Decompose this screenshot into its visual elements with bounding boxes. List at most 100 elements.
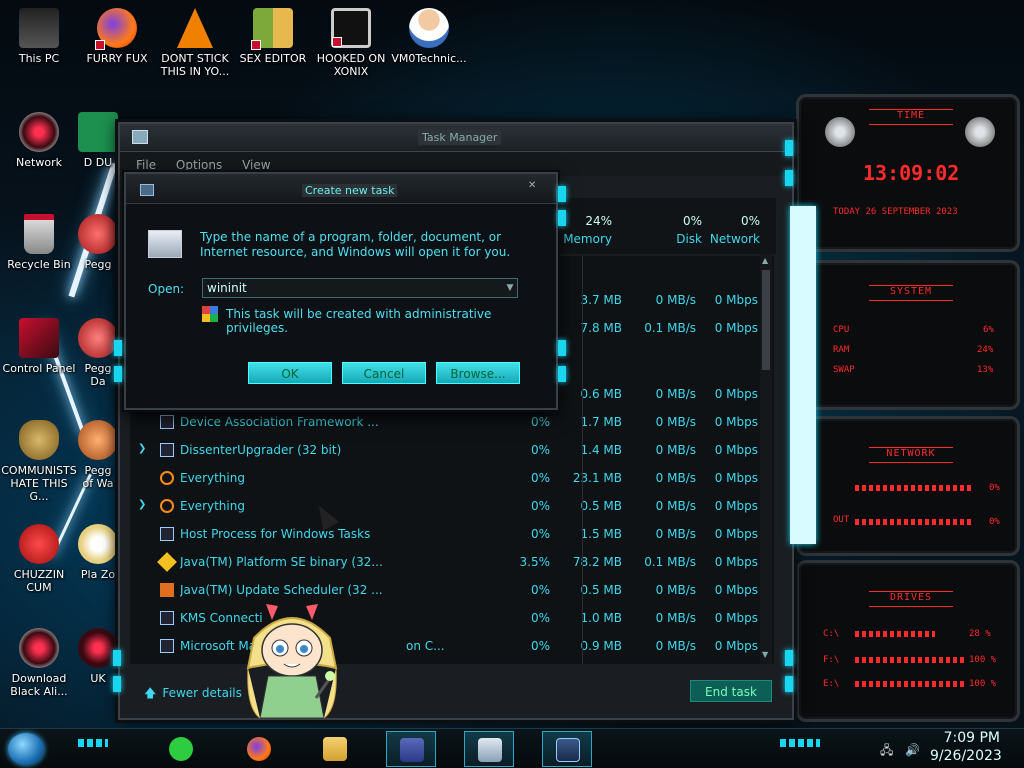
desktop-icon-communists[interactable]: COMMUNISTS HATE THIS G... [0, 420, 78, 503]
desktop-icon-plants-zombies[interactable]: Pla Zo [78, 524, 118, 581]
process-name: Everything [180, 499, 245, 513]
desktop-icon-label: Pla Zo [80, 568, 116, 581]
desktop-icon-label: CHUZZIN CUM [13, 568, 65, 594]
firefox-icon [247, 737, 271, 761]
drive-f-value: 100 % [969, 655, 997, 665]
desktop-icon-furry-fux[interactable]: FURRY FUX [78, 8, 156, 65]
desktop-icon-label: VM0Technic... [391, 52, 467, 65]
process-row[interactable]: Microsoft Ma on C... 0% 0.9 MB 0 MB/s 0 Mbps [130, 632, 774, 660]
expand-chevron-icon[interactable]: ❯ [138, 443, 146, 454]
window-icon [160, 415, 174, 429]
arrow-up-icon: 🡅 [144, 686, 157, 700]
task-manager-icon [478, 738, 502, 762]
expand-chevron-icon[interactable]: ❯ [138, 499, 146, 510]
system-widget-title: SYSTEM [869, 285, 953, 301]
cancel-button[interactable]: Cancel [342, 362, 426, 384]
menu-file[interactable]: File [136, 158, 156, 172]
network-tray-icon[interactable]: 🖧 [880, 743, 893, 757]
task-manager-titlebar[interactable]: Task Manager [120, 124, 792, 152]
open-input[interactable] [202, 278, 518, 298]
desktop-icon-this-pc[interactable]: This PC [0, 8, 78, 65]
taskbar-notes[interactable] [156, 731, 206, 767]
dialog-titlebar[interactable]: Create new task ✕ [126, 174, 556, 204]
process-name: Everything [180, 471, 245, 485]
desktop-icon-label: This PC [18, 52, 60, 65]
scroll-down-icon[interactable]: ▼ [762, 650, 768, 659]
window-icon [160, 527, 174, 541]
control-panel-icon [400, 738, 424, 762]
window-icon [160, 443, 174, 457]
process-row[interactable]: Java(TM) Update Scheduler (32 ... 0% 0.5 M… [130, 576, 774, 604]
column-header-disk[interactable]: 0% Disk [650, 214, 702, 246]
desktop-icon-uk[interactable]: UK [78, 628, 118, 685]
process-row[interactable]: Device Association Framework ... 0% 1.7 MB… [130, 408, 774, 436]
column-header-network[interactable]: 0% Network [700, 214, 760, 246]
desktop-icon-recycle-bin[interactable]: Recycle Bin [0, 214, 78, 271]
task-manager-footer: 🡅 Fewer details End task [130, 674, 776, 714]
column-header-memory[interactable]: 24% Memory [560, 214, 612, 246]
end-task-button[interactable]: End task [690, 680, 772, 702]
process-row[interactable]: Java(TM) Platform SE binary (32... 3.5% 78… [130, 548, 774, 576]
desktop-icon-download-black-ali[interactable]: Download Black Ali... [0, 628, 78, 698]
process-name: Java(TM) Platform SE binary (32... [180, 555, 383, 569]
process-row[interactable]: Host Process for Windows Tasks 0% 1.5 MB 0 … [130, 520, 774, 548]
close-icon[interactable]: ✕ [528, 180, 536, 191]
menu-options[interactable]: Options [176, 158, 222, 172]
menu-view[interactable]: View [242, 158, 270, 172]
drive-e-bar [855, 681, 967, 687]
desktop-icon-xonix[interactable]: HOOKED ON XONIX [312, 8, 390, 78]
desktop-icon-peggle-deluxe[interactable]: Pegg Da [78, 318, 118, 388]
desktop-icon-chuzzin[interactable]: CHUZZIN CUM [0, 524, 78, 594]
fewer-details-button[interactable]: 🡅 Fewer details [144, 684, 242, 705]
process-memory: 1.4 MB [580, 443, 622, 457]
peggle-icon [78, 214, 118, 254]
swap-value: 13% [977, 365, 994, 375]
taskbar-file-explorer[interactable] [310, 731, 360, 767]
scroll-up-icon[interactable]: ▲ [762, 256, 768, 265]
system-tray: 🖧 🔊 [880, 741, 920, 762]
firefox-icon [95, 8, 137, 50]
create-new-task-dialog[interactable]: Create new task ✕ Type the name of a pro… [124, 172, 558, 410]
start-button[interactable] [8, 733, 44, 765]
process-row[interactable]: KMS Connecti 0% 1.0 MB 0 MB/s 0 Mbps [130, 604, 774, 632]
hex-editor-icon [251, 8, 293, 50]
desktop-icon-vlc[interactable]: DONT STICK THIS IN YO... [156, 8, 234, 78]
process-memory: 78.2 MB [572, 555, 622, 569]
desktop-icon-partial-d[interactable]: D DU [78, 112, 118, 169]
taskbar-firefox[interactable] [234, 731, 284, 767]
process-row[interactable]: Everything 0% 23.1 MB 0 MB/s 0 Mbps [130, 464, 774, 492]
alien-head-icon [965, 117, 995, 147]
volume-icon[interactable]: 🔊 [905, 743, 920, 757]
taskbar-control-panel[interactable] [386, 731, 436, 767]
desktop-icon-control-panel[interactable]: Control Panel [0, 318, 78, 375]
network-out-label: OUT [833, 515, 850, 525]
desktop-icon-sex-editor[interactable]: SEX EDITOR [234, 8, 312, 65]
taskbar: 🖧 🔊 7:09 PM 9/26/2023 [0, 728, 1024, 768]
desktop-icon-network[interactable]: Network [0, 112, 78, 169]
process-list-scrollbar[interactable]: ▲ ▼ [760, 254, 772, 664]
drive-c-label: C:\ [823, 629, 840, 639]
clock-time[interactable]: 7:09 PM [930, 730, 1000, 746]
process-network: 0 Mbps [714, 293, 758, 307]
doctor-avatar-icon [409, 8, 449, 48]
taskbar-run[interactable] [542, 731, 592, 767]
network-out-graph [855, 519, 973, 525]
desktop-icon-peggle[interactable]: Pegg [78, 214, 118, 271]
desktop-icon-vm0technic[interactable]: VM0Technic... [390, 8, 468, 65]
browse-button[interactable]: Browse... [436, 362, 520, 384]
shortcut-arrow-icon [251, 40, 261, 50]
light-cyan-panel [790, 206, 816, 544]
process-disk: 0 MB/s [655, 611, 696, 625]
ok-button[interactable]: OK [248, 362, 332, 384]
process-network: 0 Mbps [714, 555, 758, 569]
chevron-down-icon[interactable]: ▼ [502, 279, 518, 297]
process-row[interactable]: ❯ DissenterUpgrader (32 bit) 0% 1.4 MB 0 MB/… [130, 436, 774, 464]
time-widget-title: TIME [869, 109, 953, 125]
desktop-icon-peggle-wa[interactable]: Pegg of Wa [78, 420, 118, 490]
taskbar-task-manager[interactable] [464, 731, 514, 767]
process-row[interactable]: ❯ Everything 0% 0.5 MB 0 MB/s 0 Mbps [130, 492, 774, 520]
drive-e-label: E:\ [823, 679, 840, 689]
clock-date[interactable]: 9/26/2023 [930, 748, 1002, 764]
scrollbar-thumb[interactable] [762, 270, 770, 370]
process-name: Java(TM) Update Scheduler (32 ... [180, 583, 383, 597]
